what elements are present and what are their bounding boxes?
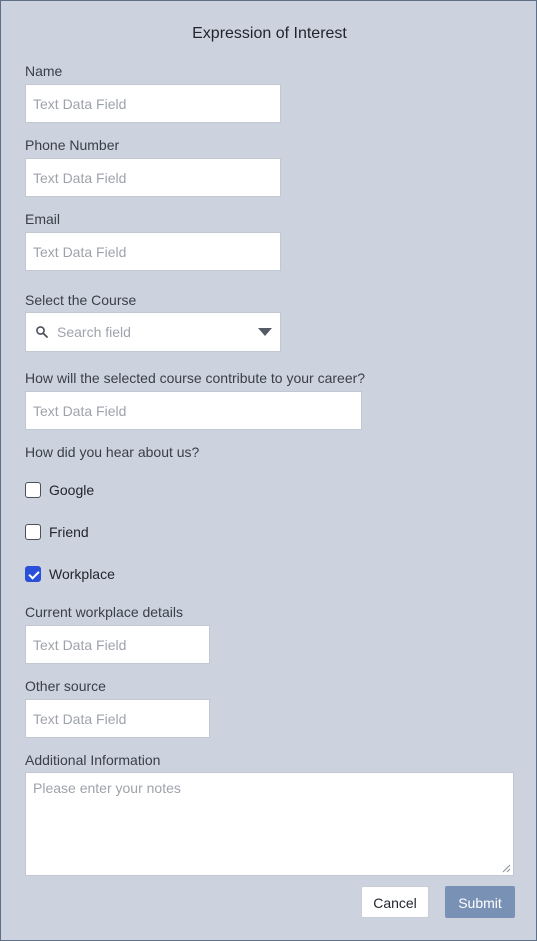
submit-button[interactable]: Submit bbox=[445, 886, 515, 918]
hear-option-workplace[interactable]: Workplace bbox=[25, 565, 115, 583]
name-input[interactable] bbox=[33, 85, 273, 122]
course-search-placeholder: Search field bbox=[57, 324, 131, 340]
cancel-button[interactable]: Cancel bbox=[361, 886, 429, 918]
search-icon bbox=[36, 326, 48, 338]
form-title: Expression of Interest bbox=[192, 25, 347, 42]
workplace-details-input[interactable] bbox=[33, 626, 202, 663]
resize-handle-icon[interactable] bbox=[502, 864, 511, 873]
email-field[interactable] bbox=[25, 232, 281, 271]
workplace-label: Workplace bbox=[49, 566, 115, 582]
phone-label: Phone Number bbox=[25, 137, 120, 153]
friend-checkbox[interactable] bbox=[25, 524, 41, 540]
other-source-input[interactable] bbox=[33, 700, 202, 737]
notes-label: Additional Information bbox=[25, 752, 161, 768]
notes-textarea[interactable]: Please enter your notes bbox=[25, 772, 514, 876]
other-source-label: Other source bbox=[25, 678, 106, 694]
workplace-details-label: Current workplace details bbox=[25, 604, 183, 620]
phone-input[interactable] bbox=[33, 159, 273, 196]
hear-option-google[interactable]: Google bbox=[25, 481, 94, 499]
course-label: Select the Course bbox=[25, 292, 137, 308]
career-field[interactable] bbox=[25, 391, 362, 430]
course-select[interactable]: Search field bbox=[25, 312, 281, 352]
email-label: Email bbox=[25, 211, 61, 227]
name-field[interactable] bbox=[25, 84, 281, 123]
email-input[interactable] bbox=[33, 233, 273, 270]
name-label: Name bbox=[25, 63, 63, 79]
dropdown-caret-icon[interactable] bbox=[258, 328, 272, 336]
notes-placeholder: Please enter your notes bbox=[33, 780, 181, 796]
career-label: How will the selected course contribute … bbox=[25, 370, 366, 386]
hear-option-friend[interactable]: Friend bbox=[25, 523, 89, 541]
career-input[interactable] bbox=[33, 392, 354, 429]
expression-of-interest-form: Expression of Interest Name Phone Number… bbox=[0, 0, 537, 941]
other-source-field[interactable] bbox=[25, 699, 210, 738]
google-label: Google bbox=[49, 482, 95, 498]
hear-label: How did you hear about us? bbox=[25, 444, 200, 460]
workplace-details-field[interactable] bbox=[25, 625, 210, 664]
phone-field[interactable] bbox=[25, 158, 281, 197]
friend-label: Friend bbox=[49, 524, 89, 540]
workplace-checkbox[interactable] bbox=[25, 566, 41, 582]
google-checkbox[interactable] bbox=[25, 482, 41, 498]
